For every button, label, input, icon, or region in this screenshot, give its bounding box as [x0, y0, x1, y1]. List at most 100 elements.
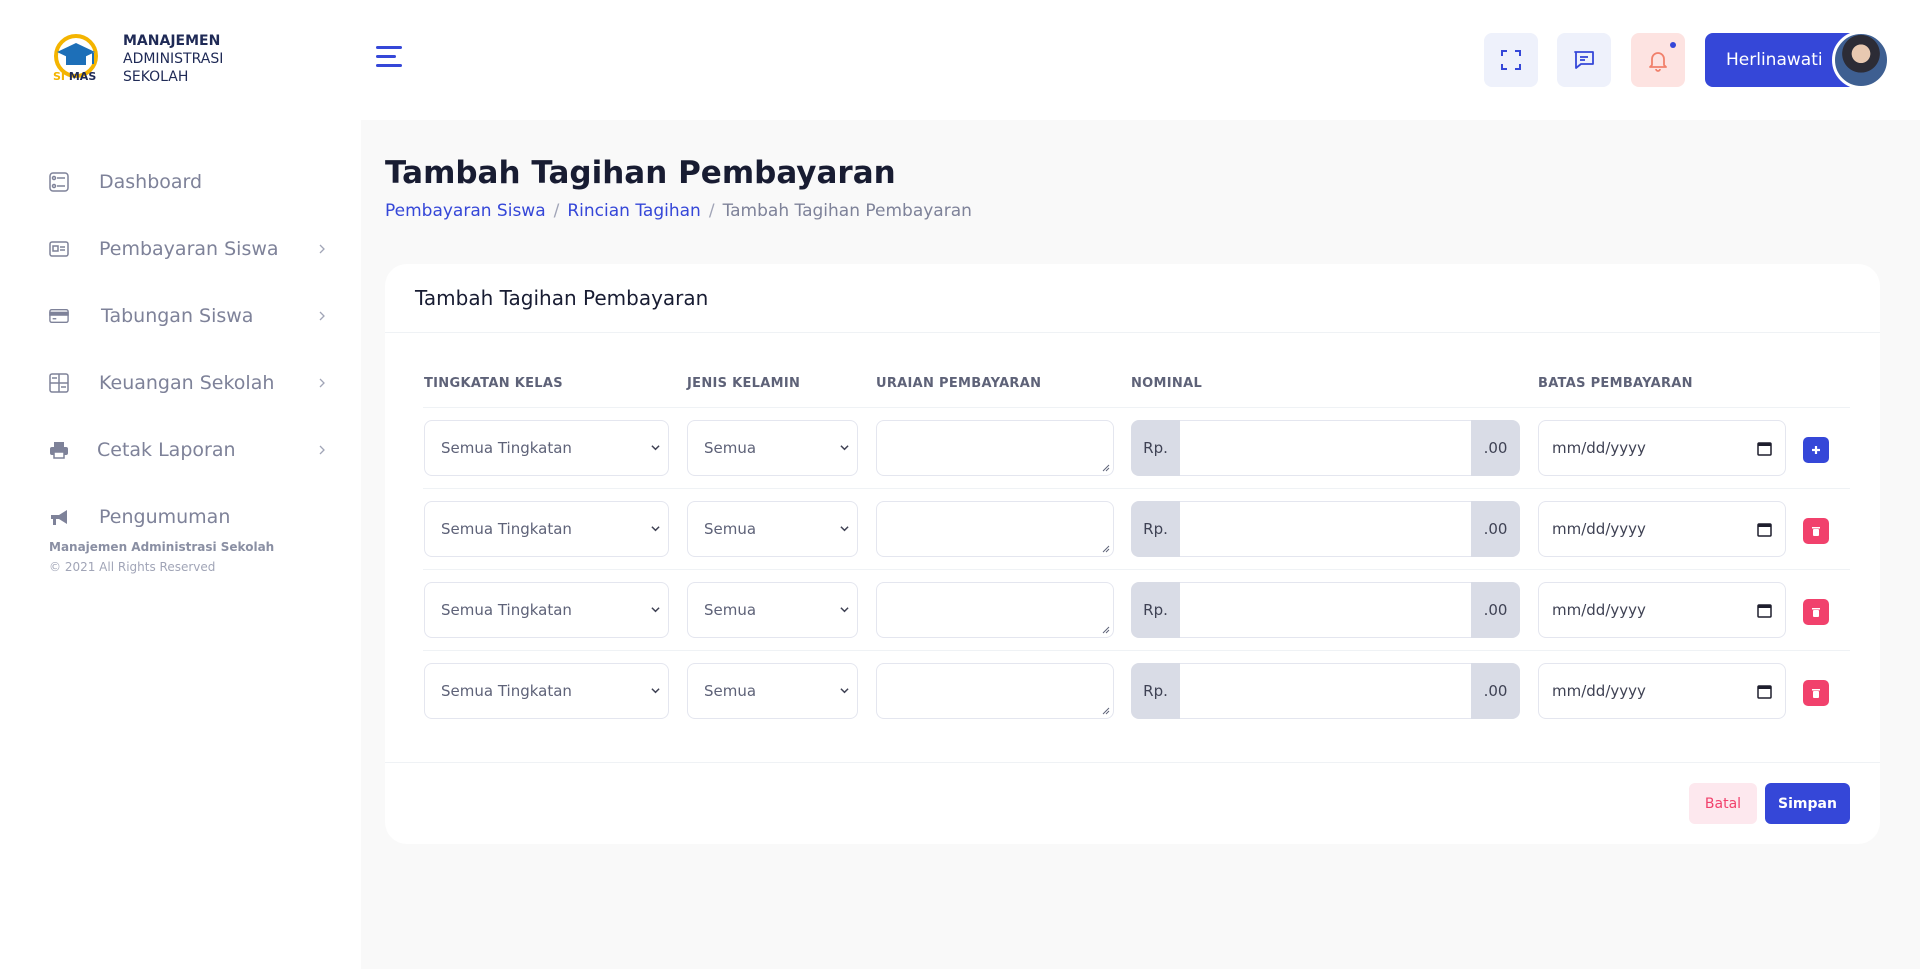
- dashboard-icon: [49, 171, 69, 192]
- uraian-pembayaran-textarea[interactable]: [876, 663, 1114, 719]
- printer-icon: [49, 440, 69, 460]
- currency-prefix: Rp.: [1131, 420, 1180, 476]
- fullscreen-button[interactable]: [1484, 33, 1538, 87]
- avatar[interactable]: [1832, 31, 1890, 89]
- select-value: Semua: [704, 439, 757, 457]
- table-row: Semua Tingkatan Semua Rp. .00 mm/dd/yyyy: [385, 489, 1880, 570]
- divider: [385, 762, 1880, 763]
- select-value: Semua Tingkatan: [441, 439, 572, 457]
- resize-grip-icon[interactable]: [1102, 707, 1110, 715]
- table-row: Semua Tingkatan Semua Rp. .00 mm/dd/yyyy: [385, 570, 1880, 651]
- column-header-uraian-pembayaran: URAIAN PEMBAYARAN: [876, 376, 1042, 391]
- jenis-kelamin-select[interactable]: Semua: [687, 663, 858, 719]
- sidebar-item-tabungan-siswa[interactable]: Tabungan Siswa: [49, 282, 339, 349]
- date-placeholder: mm/dd/yyyy: [1552, 682, 1646, 700]
- uraian-pembayaran-textarea[interactable]: [876, 582, 1114, 638]
- chevron-down-icon: [651, 607, 660, 613]
- sidebar-item-pembayaran-siswa[interactable]: Pembayaran Siswa: [49, 215, 339, 282]
- divider: [385, 332, 1880, 333]
- tingkatan-kelas-select[interactable]: Semua Tingkatan: [424, 663, 669, 719]
- trash-icon: [1812, 608, 1820, 617]
- chat-icon: [1574, 51, 1594, 69]
- batas-pembayaran-date-input[interactable]: mm/dd/yyyy: [1538, 663, 1786, 719]
- batas-pembayaran-date-input[interactable]: mm/dd/yyyy: [1538, 420, 1786, 476]
- footer-title: Manajemen Administrasi Sekolah: [49, 540, 275, 554]
- brand-text: MANAJEMEN ADMINISTRASI SEKOLAH: [123, 32, 223, 86]
- delete-row-button[interactable]: [1803, 518, 1829, 544]
- resize-grip-icon[interactable]: [1102, 626, 1110, 634]
- jenis-kelamin-select[interactable]: Semua: [687, 420, 858, 476]
- hamburger-menu-icon[interactable]: [376, 46, 402, 68]
- save-button[interactable]: Simpan: [1765, 783, 1850, 824]
- sidebar-nav: Dashboard Pembayaran Siswa Tabungan Sisw…: [49, 148, 339, 550]
- decimal-suffix: .00: [1471, 582, 1520, 638]
- id-card-icon: [49, 239, 69, 259]
- calendar-icon[interactable]: [1757, 603, 1772, 618]
- resize-grip-icon[interactable]: [1102, 464, 1110, 472]
- brand-line-3: SEKOLAH: [123, 69, 189, 85]
- sidebar-item-keuangan-sekolah[interactable]: Keuangan Sekolah: [49, 349, 339, 416]
- logo-text: SI MAS: [53, 70, 97, 83]
- decimal-suffix: .00: [1471, 420, 1520, 476]
- nominal-input[interactable]: [1180, 501, 1471, 557]
- sidebar: SI MAS MANAJEMEN ADMINISTRASI SEKOLAH Da…: [0, 0, 361, 969]
- calendar-icon[interactable]: [1757, 441, 1772, 456]
- messages-button[interactable]: [1557, 33, 1611, 87]
- currency-prefix: Rp.: [1131, 501, 1180, 557]
- breadcrumb-rincian-tagihan[interactable]: Rincian Tagihan: [567, 201, 700, 221]
- trash-icon: [1812, 527, 1820, 536]
- nominal-input-group: Rp. .00: [1131, 582, 1520, 638]
- column-header-nominal: NOMINAL: [1131, 376, 1203, 391]
- select-value: Semua: [704, 520, 757, 538]
- date-placeholder: mm/dd/yyyy: [1552, 601, 1646, 619]
- add-row-button[interactable]: [1803, 437, 1829, 463]
- sidebar-item-dashboard[interactable]: Dashboard: [49, 148, 339, 215]
- uraian-pembayaran-textarea[interactable]: [876, 420, 1114, 476]
- nominal-input[interactable]: [1180, 582, 1471, 638]
- calculator-icon: [49, 372, 69, 393]
- nominal-input-group: Rp. .00: [1131, 501, 1520, 557]
- tingkatan-kelas-select[interactable]: Semua Tingkatan: [424, 582, 669, 638]
- breadcrumb: Pembayaran Siswa / Rincian Tagihan / Tam…: [385, 201, 972, 221]
- breadcrumb-pembayaran-siswa[interactable]: Pembayaran Siswa: [385, 201, 546, 221]
- notifications-button[interactable]: [1631, 33, 1685, 87]
- select-value: Semua Tingkatan: [441, 520, 572, 538]
- batas-pembayaran-date-input[interactable]: mm/dd/yyyy: [1538, 582, 1786, 638]
- column-header-batas-pembayaran: BATAS PEMBAYARAN: [1538, 376, 1693, 391]
- nominal-input[interactable]: [1180, 420, 1471, 476]
- plus-icon: [1812, 446, 1820, 454]
- batas-pembayaran-date-input[interactable]: mm/dd/yyyy: [1538, 501, 1786, 557]
- tingkatan-kelas-select[interactable]: Semua Tingkatan: [424, 420, 669, 476]
- chevron-right-icon: [319, 378, 325, 387]
- sidebar-item-label: Cetak Laporan: [97, 438, 236, 461]
- jenis-kelamin-select[interactable]: Semua: [687, 501, 858, 557]
- top-header: Herlinawati: [361, 0, 1920, 120]
- sidebar-item-cetak-laporan[interactable]: Cetak Laporan: [49, 416, 339, 483]
- column-header-tingkatan-kelas: TINGKATAN KELAS: [424, 376, 563, 391]
- nominal-input[interactable]: [1180, 663, 1471, 719]
- calendar-icon[interactable]: [1757, 684, 1772, 699]
- uraian-pembayaran-textarea[interactable]: [876, 501, 1114, 557]
- sidebar-item-label: Dashboard: [99, 170, 203, 193]
- nominal-input-group: Rp. .00: [1131, 420, 1520, 476]
- breadcrumb-current: Tambah Tagihan Pembayaran: [722, 201, 972, 221]
- chevron-right-icon: [319, 244, 325, 253]
- resize-grip-icon[interactable]: [1102, 545, 1110, 553]
- jenis-kelamin-select[interactable]: Semua: [687, 582, 858, 638]
- form-card: Tambah Tagihan Pembayaran TINGKATAN KELA…: [385, 264, 1880, 844]
- sidebar-footer: Manajemen Administrasi Sekolah © 2021 Al…: [49, 540, 274, 574]
- calendar-icon[interactable]: [1757, 522, 1772, 537]
- cancel-button[interactable]: Batal: [1689, 783, 1757, 824]
- page-title: Tambah Tagihan Pembayaran: [385, 155, 896, 191]
- brand-line-2: ADMINISTRASI: [123, 51, 224, 67]
- tingkatan-kelas-select[interactable]: Semua Tingkatan: [424, 501, 669, 557]
- school-logo: SI MAS: [49, 32, 103, 86]
- delete-row-button[interactable]: [1803, 599, 1829, 625]
- delete-row-button[interactable]: [1803, 680, 1829, 706]
- chevron-down-icon: [840, 688, 849, 694]
- brand[interactable]: SI MAS MANAJEMEN ADMINISTRASI SEKOLAH: [49, 32, 223, 86]
- chevron-right-icon: [319, 445, 325, 454]
- bell-icon: [1649, 52, 1667, 72]
- chevron-down-icon: [840, 607, 849, 613]
- select-value: Semua Tingkatan: [441, 601, 572, 619]
